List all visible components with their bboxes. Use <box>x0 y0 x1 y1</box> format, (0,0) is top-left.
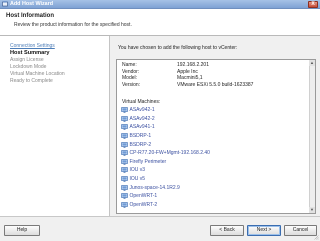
virtual-machine-icon <box>121 201 128 208</box>
summary-content: You have chosen to add the following hos… <box>113 38 318 214</box>
wizard-icon <box>2 1 8 7</box>
vm-name: IOU v3 <box>129 167 146 174</box>
vm-list-item: ASAv942-1 <box>121 106 307 115</box>
vm-list: ASAv942-1 ASAv942-2 ASAv941-1 BSDRP-1 BSDRP-… <box>121 106 307 209</box>
vm-list-item: BSDRP-2 <box>121 140 307 149</box>
step-assign-license: Assign License <box>10 57 44 63</box>
intro-text: You have chosen to add the following hos… <box>118 45 238 51</box>
page-description: Review the product information for the s… <box>14 22 132 28</box>
title-bar: Add Host Wizard X <box>0 0 320 9</box>
vm-name: ASAv942-1 <box>129 107 155 114</box>
next-button[interactable]: Next > <box>247 225 281 236</box>
property-value: 192.168.2.201 <box>177 62 209 68</box>
property-key: Version: <box>122 81 141 88</box>
property-value: Macmini5,1 <box>177 75 203 81</box>
property-key: Model: <box>122 75 138 81</box>
virtual-machine-icon <box>121 167 128 174</box>
wizard-header: Host Information Review the product info… <box>0 9 320 36</box>
virtual-machine-icon <box>121 107 128 113</box>
virtual-machine-icon <box>121 115 128 122</box>
vm-list-item: IOU v3 <box>121 166 307 175</box>
close-button[interactable]: X <box>308 0 318 8</box>
vm-name: OpenWRT-2 <box>129 201 158 208</box>
vm-list-item: IOU v5 <box>121 175 307 184</box>
vm-list-item: OpenWRT-1 <box>121 192 307 201</box>
step-host-summary: Host Summary <box>10 50 50 56</box>
scroll-up-icon[interactable]: ▲ <box>309 60 315 66</box>
property-key: Vendor: <box>122 68 140 75</box>
vm-name: ASAv942-2 <box>129 115 155 122</box>
vm-name: BSDRP-1 <box>129 133 152 140</box>
virtual-machine-icon <box>121 133 128 139</box>
vm-name: Firefly Perimeter <box>129 158 167 165</box>
resize-grip-icon[interactable] <box>314 235 319 240</box>
vm-list-item: CP-R77.20-FW+Mgmt-192.168.2.40 <box>121 149 307 158</box>
vm-name: Junos-space-14.1R2.9 <box>129 184 180 191</box>
vm-name: ASAv941-1 <box>129 124 155 131</box>
vm-list-item: ASAv942-2 <box>121 115 307 124</box>
property-value: Apple Inc <box>177 68 198 75</box>
vm-name: IOU v5 <box>129 176 146 183</box>
scroll-down-icon[interactable]: ▼ <box>309 207 315 213</box>
property-value: VMware ESXi 5.5.0 build-1623387 <box>177 81 254 88</box>
vm-list-item: BSDRP-1 <box>121 132 307 141</box>
vm-list-item: Firefly Perimeter <box>121 158 307 167</box>
vm-name: BSDRP-2 <box>129 141 152 148</box>
vm-name: OpenWRT-1 <box>129 193 158 200</box>
virtual-machine-icon <box>121 193 128 199</box>
host-info-box[interactable]: Name: 192.168.2.201 Vendor: Apple Inc Mo… <box>116 59 316 214</box>
window-title: Add Host Wizard <box>10 1 54 7</box>
step-connection-settings[interactable]: Connection Settings <box>0 43 109 50</box>
virtual-machine-icon <box>121 141 128 148</box>
property-key: Name: <box>122 62 137 68</box>
cancel-button[interactable]: Cancel <box>284 225 317 236</box>
vm-heading: Virtual Machines: <box>122 99 161 105</box>
virtual-machine-icon <box>121 176 128 182</box>
wizard-body: Connection Settings Host Summary Assign … <box>0 36 320 216</box>
vm-list-item: OpenWRT-2 <box>121 201 307 210</box>
back-button[interactable]: < Back <box>210 225 244 236</box>
step-lockdown-mode: Lockdown Mode <box>10 64 47 70</box>
vm-list-item: ASAv941-1 <box>121 123 307 132</box>
virtual-machine-icon <box>121 150 128 156</box>
help-button[interactable]: Help <box>4 225 40 236</box>
wizard-footer: Help < Back Next > Cancel <box>0 216 320 241</box>
page-title: Host Information <box>6 13 54 19</box>
step-vm-location: Virtual Machine Location <box>10 71 65 77</box>
step-ready-to-complete: Ready to Complete <box>10 78 53 84</box>
vm-name: CP-R77.20-FW+Mgmt-192.168.2.40 <box>129 150 210 157</box>
vertical-scrollbar[interactable]: ▲ ▼ <box>309 60 315 213</box>
virtual-machine-icon <box>121 124 128 131</box>
vm-list-item: Junos-space-14.1R2.9 <box>121 183 307 192</box>
virtual-machine-icon <box>121 158 128 165</box>
virtual-machine-icon <box>121 184 128 191</box>
steps-panel: Connection Settings Host Summary Assign … <box>0 36 110 216</box>
close-icon: X <box>311 0 315 7</box>
